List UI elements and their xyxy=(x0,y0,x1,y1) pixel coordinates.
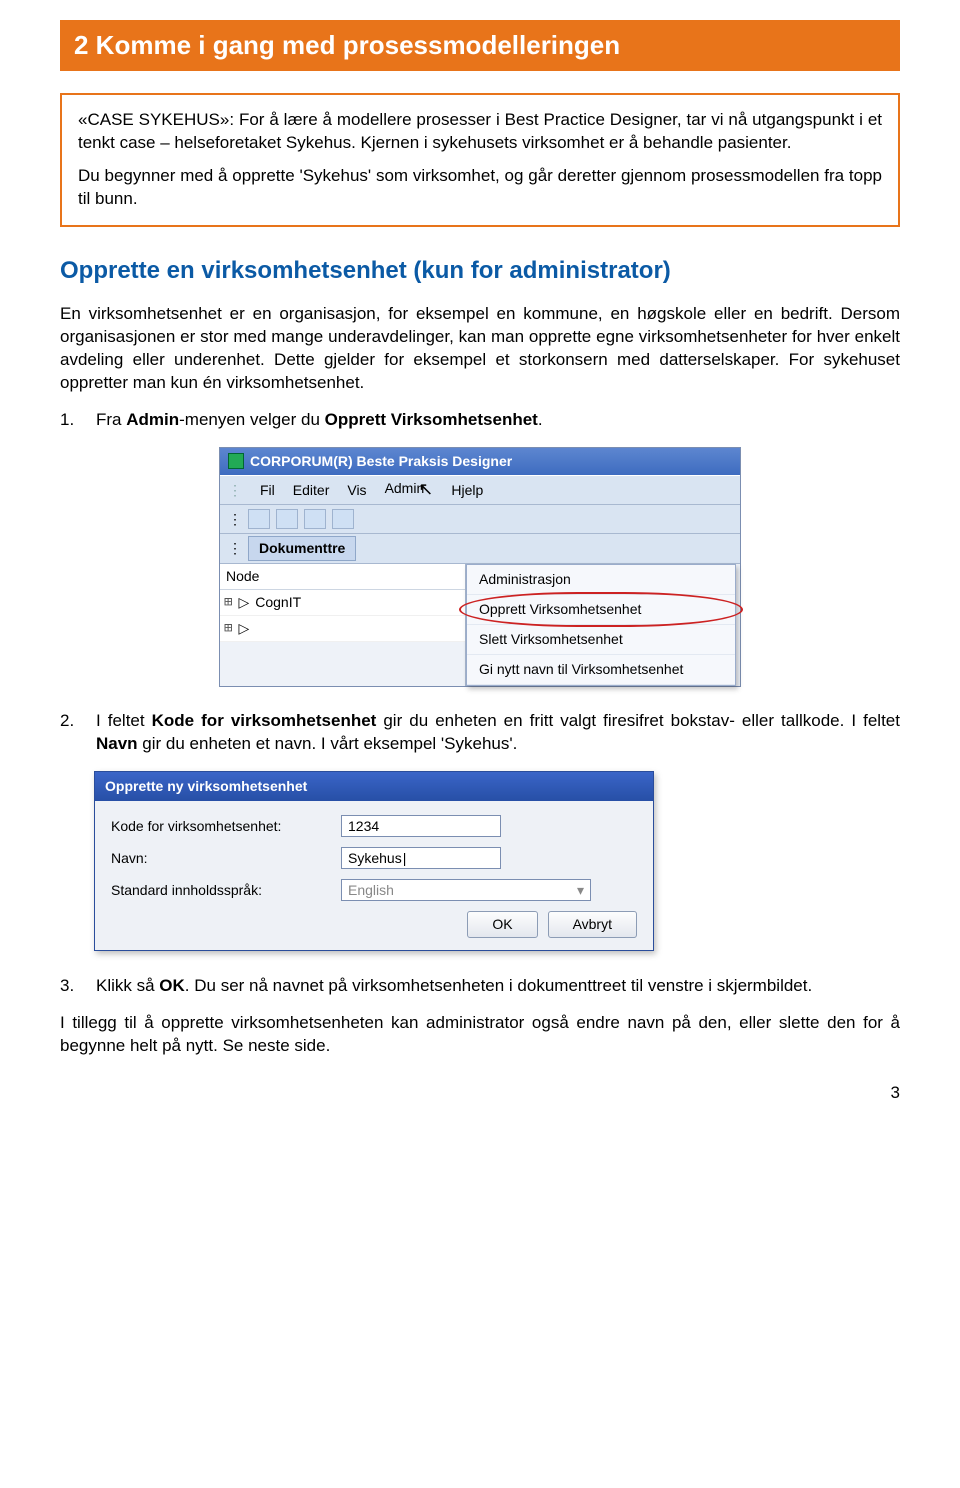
menu-bar: ⋮ Fil Editer Vis Admin ↖ Hjelp xyxy=(220,475,740,505)
label-lang: Standard innholdsspråk: xyxy=(111,881,341,900)
input-navn[interactable]: Sykehus xyxy=(341,847,501,869)
ok-button[interactable]: OK xyxy=(467,911,537,938)
toolbar-icon[interactable] xyxy=(304,509,326,529)
menu-hjelp[interactable]: Hjelp xyxy=(451,481,483,500)
tree-item[interactable]: ⊞ ▷ CognIT xyxy=(220,590,465,616)
figure-dialog-screenshot: Opprette ny virksomhetsenhet Kode for vi… xyxy=(94,771,900,951)
tree-node-icon: ▷ xyxy=(238,619,249,638)
dropdown-administrasjon[interactable]: Administrasjon xyxy=(467,565,735,595)
label-kode: Kode for virksomhetsenhet: xyxy=(111,817,341,836)
toolbar-icon[interactable] xyxy=(332,509,354,529)
app-window: CORPORUM(R) Beste Praksis Designer ⋮ Fil… xyxy=(220,448,740,686)
form-row-lang: Standard innholdsspråk: English ▾ xyxy=(111,879,637,901)
toolbar-icon[interactable] xyxy=(276,509,298,529)
cancel-button[interactable]: Avbryt xyxy=(548,911,637,938)
dropdown-opprett-virksomhetsenhet[interactable]: Opprett Virksomhetsenhet xyxy=(467,595,735,625)
menu-fil[interactable]: Fil xyxy=(260,481,275,500)
case-paragraph-1: «CASE SYKEHUS»: For å lære å modellere p… xyxy=(78,109,882,155)
step-2-number: 2. xyxy=(60,710,96,756)
section-banner: 2 Komme i gang med prosessmodelleringen xyxy=(60,20,900,71)
label-navn: Navn: xyxy=(111,849,341,868)
toolbar-grip-icon: ⋮ xyxy=(228,481,240,500)
step-1-number: 1. xyxy=(60,409,96,432)
subheading: Opprette en virksomhetsenhet (kun for ad… xyxy=(60,255,900,287)
dropdown-gi-nytt-navn[interactable]: Gi nytt navn til Virksomhetsenhet xyxy=(467,655,735,685)
tab-row: ⋮ Dokumenttre xyxy=(220,534,740,564)
form-row-navn: Navn: Sykehus xyxy=(111,847,637,869)
toolbar-grip-icon: ⋮ xyxy=(228,510,242,529)
toolbar-save-icon[interactable] xyxy=(248,509,270,529)
tree-item[interactable]: ⊞ ▷ xyxy=(220,616,465,642)
dropdown-slett-virksomhetsenhet[interactable]: Slett Virksomhetsenhet xyxy=(467,625,735,655)
admin-dropdown: Administrasjon Opprett Virksomhetsenhet … xyxy=(466,564,736,686)
menu-vis[interactable]: Vis xyxy=(347,481,366,500)
figure-menu-screenshot: CORPORUM(R) Beste Praksis Designer ⋮ Fil… xyxy=(60,448,900,686)
step-2: 2. I feltet Kode for virksomhetsenhet gi… xyxy=(60,710,900,756)
case-paragraph-2: Du begynner med å opprette 'Sykehus' som… xyxy=(78,165,882,211)
dialog-titlebar: Opprette ny virksomhetsenhet xyxy=(95,772,653,801)
window-titlebar: CORPORUM(R) Beste Praksis Designer xyxy=(220,448,740,475)
menu-admin-open[interactable]: Admin ↖ xyxy=(385,479,434,501)
cursor-icon: ↖ xyxy=(418,477,433,501)
closing-paragraph: I tillegg til å opprette virksomhetsenhe… xyxy=(60,1012,900,1058)
page-number: 3 xyxy=(60,1082,900,1105)
tree-header: Node xyxy=(220,564,465,590)
case-box: «CASE SYKEHUS»: For å lære å modellere p… xyxy=(60,93,900,227)
step-3-number: 3. xyxy=(60,975,96,998)
select-lang[interactable]: English ▾ xyxy=(341,879,591,901)
dialog-window: Opprette ny virksomhetsenhet Kode for vi… xyxy=(94,771,654,951)
step-3-text: Klikk så OK. Du ser nå navnet på virksom… xyxy=(96,975,900,998)
tree-node-icon: ▷ xyxy=(238,593,249,612)
app-logo-icon xyxy=(228,453,244,469)
window-title: CORPORUM(R) Beste Praksis Designer xyxy=(250,452,512,471)
menu-editer[interactable]: Editer xyxy=(293,481,330,500)
toolbar-grip-icon: ⋮ xyxy=(228,539,242,558)
tree-panel: Node ⊞ ▷ CognIT ⊞ ▷ xyxy=(220,564,466,686)
expand-icon[interactable]: ⊞ xyxy=(224,619,232,638)
step-1-text: Fra Admin-menyen velger du Opprett Virks… xyxy=(96,409,900,432)
chevron-down-icon: ▾ xyxy=(577,881,584,900)
form-row-kode: Kode for virksomhetsenhet: 1234 xyxy=(111,815,637,837)
step-2-text: I feltet Kode for virksomhetsenhet gir d… xyxy=(96,710,900,756)
intro-paragraph: En virksomhetsenhet er en organisasjon, … xyxy=(60,303,900,395)
step-3: 3. Klikk så OK. Du ser nå navnet på virk… xyxy=(60,975,900,998)
toolbar: ⋮ xyxy=(220,505,740,534)
expand-icon[interactable]: ⊞ xyxy=(224,593,232,612)
tab-dokumenttre[interactable]: Dokumenttre xyxy=(248,536,356,561)
step-1: 1. Fra Admin-menyen velger du Opprett Vi… xyxy=(60,409,900,432)
input-kode[interactable]: 1234 xyxy=(341,815,501,837)
